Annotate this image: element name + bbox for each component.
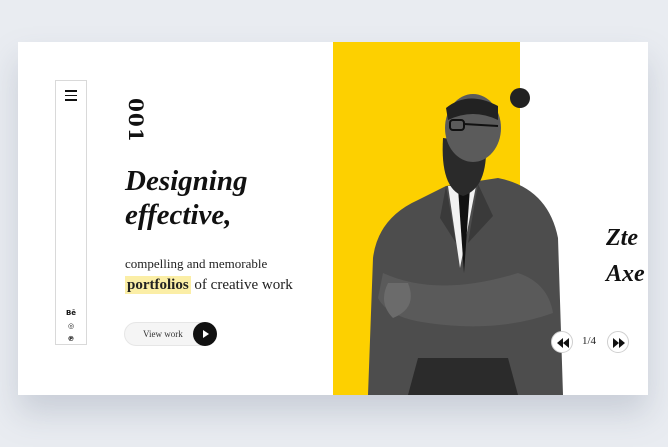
headline-line-2: effective, (125, 199, 232, 231)
pager-counter: 1/4 (582, 335, 597, 347)
prev-slide-button[interactable] (551, 331, 573, 353)
subtext-tail: of creative work (190, 277, 293, 293)
highlight-word: portfolios (125, 276, 191, 294)
hamburger-menu-icon[interactable] (65, 90, 77, 101)
headline-line-1: Designing (125, 165, 248, 197)
slide-pager: 1/4 (551, 331, 631, 357)
pinterest-icon[interactable]: ℗ (56, 335, 86, 343)
next-slide-title-line-2: Axe (606, 261, 645, 287)
subtext: compelling and memorable (125, 256, 268, 271)
subtext-line-2: portfolios of creative work (125, 276, 293, 294)
slide-number: 001 (124, 98, 148, 143)
fast-forward-icon (613, 338, 625, 348)
next-slide-title-line-1: Zte (606, 225, 638, 251)
next-slide-title: Zte Axe (606, 220, 645, 292)
sidebar: Bē ◎ ℗ (55, 80, 87, 345)
view-work-button[interactable]: View work (124, 322, 217, 346)
headline: Designing effective, (125, 164, 247, 232)
play-arrow-icon[interactable] (193, 322, 217, 346)
next-slide-button[interactable] (607, 331, 629, 353)
portrait-photo (368, 88, 563, 395)
rewind-icon (557, 338, 569, 348)
hero-card: Bē ◎ ℗ 001 Designing effective, compelli… (18, 42, 648, 395)
view-work-label: View work (143, 329, 183, 339)
behance-icon[interactable]: Bē (56, 309, 86, 317)
dribbble-icon[interactable]: ◎ (56, 322, 86, 330)
